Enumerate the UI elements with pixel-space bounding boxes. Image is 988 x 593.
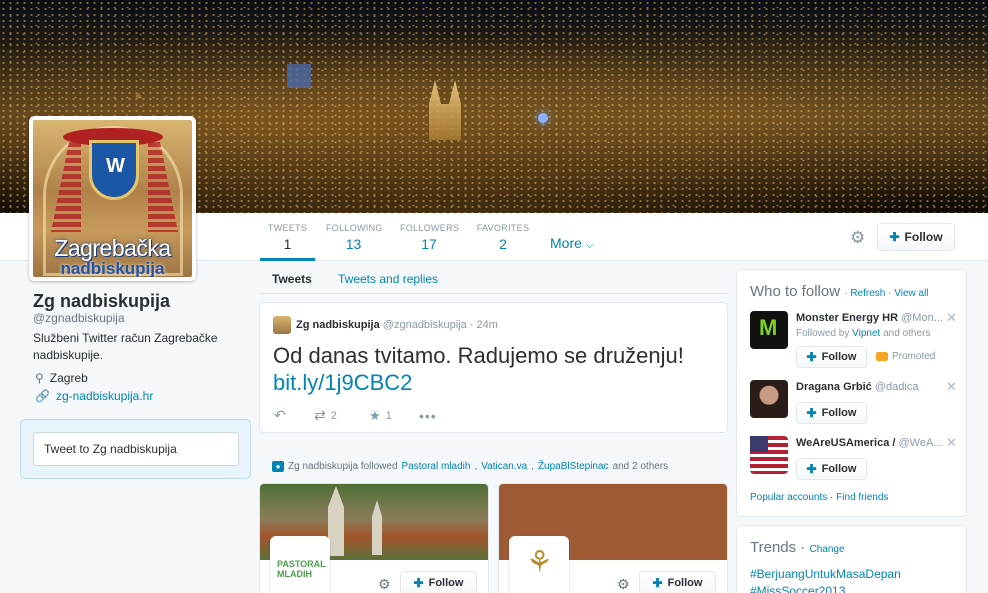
more-dots-icon[interactable]: •••: [419, 408, 437, 424]
tweet[interactable]: Zg nadbiskupija @zgnadbiskupija · 24m Od…: [259, 302, 728, 433]
profile-url[interactable]: 🔗 zg-nadbiskupija.hr: [35, 389, 153, 403]
suggestion-follow-button[interactable]: ✚ Follow: [796, 402, 867, 424]
dismiss-icon[interactable]: ✕: [946, 310, 957, 326]
who-to-follow-module: Who to follow · Refresh · View all M Mon…: [736, 269, 967, 517]
monster-claw-icon: M: [759, 315, 778, 340]
stat-tweets[interactable]: TWEETS 1: [260, 213, 315, 261]
suggestion-avatar[interactable]: [750, 436, 788, 474]
followed-account-link[interactable]: Pastoral mladih: [402, 461, 471, 472]
suggestion-follow-button[interactable]: ✚ Follow: [796, 346, 867, 368]
card-follow-button[interactable]: ✚ Follow: [400, 571, 477, 593]
followed-account-link[interactable]: Vatican.va: [481, 461, 527, 472]
tweet-avatar[interactable]: [273, 316, 291, 334]
profile-handle: @zgnadbiskupija: [33, 311, 125, 325]
link-icon: 🔗: [35, 389, 50, 403]
suggestion-avatar[interactable]: M: [750, 311, 788, 349]
person-icon: ●: [272, 461, 284, 472]
card-avatar[interactable]: PASTORAL MLADIH: [270, 536, 330, 593]
followed-notice: ● Zg nadbiskupija followed Pastoral mlad…: [272, 461, 668, 472]
tab-tweets-and-replies[interactable]: Tweets and replies: [338, 272, 438, 286]
person-add-icon: ✚: [889, 230, 900, 244]
card-avatar[interactable]: ⚘: [509, 536, 569, 593]
suggestion-name[interactable]: WeAreUSAmerica / @WeA...: [796, 437, 946, 449]
profile-avatar[interactable]: W Zagrebačka nadbiskupija: [29, 116, 196, 281]
profile-url-link[interactable]: zg-nadbiskupija.hr: [56, 389, 153, 403]
profile-follow-button[interactable]: ✚ Follow: [877, 223, 955, 251]
profile-bio: Službeni Twitter račun Zagrebačke nadbis…: [33, 331, 218, 362]
suggestion-follow-button[interactable]: ✚ Follow: [796, 458, 867, 480]
trends-module: Trends · Change #BerjuangUntukMasaDepan …: [736, 525, 967, 593]
suggestion-avatar[interactable]: [750, 380, 788, 418]
suggestion-name[interactable]: Dragana Grbić @dadica: [796, 381, 946, 393]
star-icon: ★: [369, 407, 381, 423]
popular-accounts-link[interactable]: Popular accounts: [750, 492, 827, 503]
tweet-header: Zg nadbiskupija @zgnadbiskupija · 24m: [296, 319, 498, 331]
trend-item[interactable]: #BerjuangUntukMasaDepan: [750, 567, 901, 581]
trend-item[interactable]: #MissSoccer2013: [750, 584, 845, 593]
gear-icon[interactable]: ⚙: [378, 576, 391, 593]
promoted-label: Promoted: [876, 351, 935, 362]
location-pin-icon: ⚲: [35, 371, 44, 385]
refresh-link[interactable]: Refresh: [850, 288, 885, 299]
tweet-text: Od danas tvitamo. Radujemo se druženju!: [273, 343, 684, 368]
tweet-author-handle[interactable]: @zgnadbiskupija: [383, 319, 467, 331]
more-menu[interactable]: More ⌵: [550, 235, 593, 251]
profile-card-vatican[interactable]: ⚘ ⚙ ✚ Follow: [498, 483, 728, 593]
gear-icon[interactable]: ⚙: [617, 576, 630, 593]
stat-following[interactable]: FOLLOWING 13: [326, 213, 382, 261]
dismiss-icon[interactable]: ✕: [946, 435, 957, 451]
tweet-link[interactable]: bit.ly/1j9CBC2: [273, 370, 412, 396]
retweet-action[interactable]: ⇄ 2: [314, 407, 369, 424]
who-to-follow-footer: Popular accounts · Find friends: [750, 492, 889, 503]
find-friends-link[interactable]: Find friends: [836, 492, 888, 503]
who-to-follow-title: Who to follow · Refresh · View all: [750, 283, 929, 300]
avatar-text-nadbiskupija: nadbiskupija: [60, 259, 165, 278]
profile-location: ⚲ Zagreb: [35, 371, 88, 385]
avatar-text-zagrebacka: Zagrebačka: [54, 235, 171, 261]
person-add-icon: ✚: [806, 350, 817, 364]
tweet-timestamp[interactable]: 24m: [477, 319, 498, 331]
reply-icon[interactable]: ↶: [274, 407, 314, 424]
tweet-actions: ↶ ⇄ 2 ★ 1 •••: [274, 407, 437, 424]
change-trends-link[interactable]: Change: [809, 544, 844, 555]
card-follow-button[interactable]: ✚ Follow: [639, 571, 716, 593]
tweet-to-input[interactable]: [33, 432, 239, 466]
chevron-down-icon: ⌵: [585, 240, 594, 251]
profile-card-pastoral-mladih[interactable]: PASTORAL MLADIH ⚙ ✚ Follow: [259, 483, 489, 593]
tweet-author-name[interactable]: Zg nadbiskupija: [296, 319, 380, 331]
profile-name: Zg nadbiskupija: [33, 291, 171, 311]
person-add-icon: ✚: [806, 406, 817, 420]
followed-by-link[interactable]: Vipnet: [852, 328, 880, 339]
stat-favorites[interactable]: FAVORITES 2: [476, 213, 530, 261]
person-add-icon: ✚: [652, 576, 663, 590]
gear-icon[interactable]: ⚙: [850, 229, 868, 247]
favorite-action[interactable]: ★ 1: [369, 408, 419, 424]
retweet-icon: ⇄: [314, 407, 326, 423]
view-all-link[interactable]: View all: [894, 288, 928, 299]
dismiss-icon[interactable]: ✕: [946, 379, 957, 395]
person-add-icon: ✚: [413, 576, 424, 590]
suggestion-name[interactable]: Monster Energy HR @Mon...: [796, 312, 946, 324]
followed-account-link[interactable]: ŽupaBlStepinac: [538, 461, 609, 472]
trends-title: Trends · Change: [750, 539, 845, 556]
tab-tweets[interactable]: Tweets: [272, 272, 312, 286]
timeline-tabs: Tweets Tweets and replies: [259, 262, 728, 294]
promoted-icon: [876, 352, 888, 361]
tweet-to-box: [20, 419, 251, 479]
stat-followers[interactable]: FOLLOWERS 17: [400, 213, 459, 261]
suggestion-followed-by: Followed by Vipnet and others: [796, 328, 931, 339]
person-add-icon: ✚: [806, 462, 817, 476]
papal-keys-icon: ⚘: [526, 546, 553, 579]
